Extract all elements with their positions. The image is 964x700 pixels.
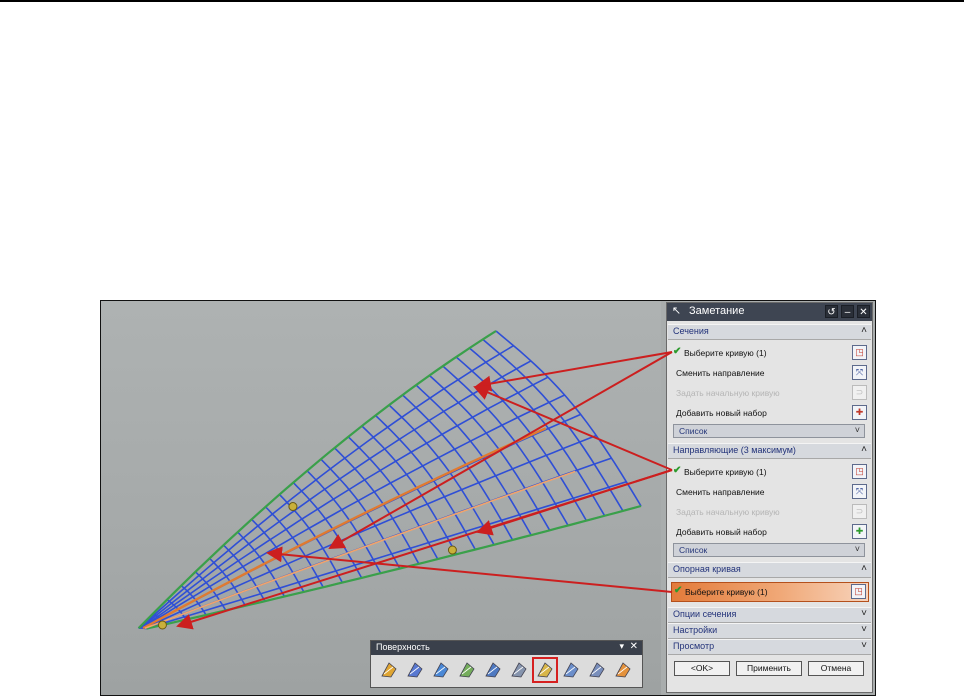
mesh-line-along xyxy=(141,394,565,629)
checkmark-icon: ✔ xyxy=(673,465,682,476)
sections-reverse-direction-row[interactable]: Сменить направление ⤧ xyxy=(671,364,869,382)
add-set-icon[interactable]: ✚ xyxy=(852,405,867,420)
close-icon[interactable]: ✕ xyxy=(857,305,870,318)
checkmark-icon: ✔ xyxy=(673,346,682,357)
dialog-title: Заметание xyxy=(689,305,745,317)
guides-select-curve-row[interactable]: ✔ Выберите кривую (1) ◳ xyxy=(671,463,869,481)
swept-dialog: ↖ Заметание ↺ – ✕ Сечения ˄ ✔ Выберите к… xyxy=(666,302,873,693)
guides-list-dropdown[interactable]: Список ˅ xyxy=(673,543,865,557)
guides-add-set-row[interactable]: Добавить новый набор ✚ xyxy=(671,523,869,541)
toolbar-title-bar: Поверхность ▾ ✕ xyxy=(371,641,642,655)
ok-button[interactable]: <OK> xyxy=(674,661,730,676)
curve-marker xyxy=(288,502,298,512)
toolbar-close-icon[interactable]: ✕ xyxy=(630,641,638,652)
select-curve-icon[interactable]: ◳ xyxy=(852,345,867,360)
reset-icon[interactable]: ↺ xyxy=(825,305,838,318)
chevron-down-icon: ˅ xyxy=(854,425,860,435)
spine-select-curve-row[interactable]: ✔ Выберите кривую (1) ◳ xyxy=(671,582,869,602)
select-curve-icon[interactable]: ◳ xyxy=(852,464,867,479)
chevron-down-icon: ˅ xyxy=(861,608,867,619)
curve-marker xyxy=(157,620,167,630)
checkmark-icon: ✔ xyxy=(674,585,683,596)
section-head-guides[interactable]: Направляющие (3 максимум) ˄ xyxy=(668,443,871,459)
top-rule xyxy=(0,0,964,2)
guides-reverse-direction-row[interactable]: Сменить направление ⤧ xyxy=(671,483,869,501)
guide-curve-light xyxy=(144,470,576,630)
surface-mesh xyxy=(138,330,642,630)
apply-button[interactable]: Применить xyxy=(736,661,802,676)
sections-select-curve-row[interactable]: ✔ Выберите кривую (1) ◳ xyxy=(671,344,869,362)
n-sided-icon[interactable] xyxy=(483,660,503,680)
bounded-plane-icon[interactable] xyxy=(613,660,633,680)
graphics-viewport[interactable] xyxy=(101,301,661,695)
section-head-preview[interactable]: Просмотр ˅ xyxy=(668,639,871,655)
chevron-up-icon: ˄ xyxy=(861,325,867,336)
dialog-pin-icon[interactable]: ↖ xyxy=(670,305,683,318)
minimize-icon[interactable]: – xyxy=(841,305,854,318)
chevron-down-icon: ˅ xyxy=(854,544,860,554)
section-head-options[interactable]: Опции сечения ˅ xyxy=(668,607,871,623)
swept-surface-model xyxy=(137,330,642,630)
sections-origin-curve-row: Задать начальную кривую ⊃ xyxy=(671,384,869,402)
chevron-up-icon: ˄ xyxy=(861,444,867,455)
surface-toolbar: Поверхность ▾ ✕ xyxy=(370,640,643,688)
toolbar-menu-icon[interactable]: ▾ xyxy=(619,641,624,652)
reverse-direction-icon[interactable]: ⤧ xyxy=(852,484,867,499)
select-curve-icon[interactable]: ◳ xyxy=(851,584,866,599)
through-mesh-icon[interactable] xyxy=(431,660,451,680)
curve-marker xyxy=(447,545,457,555)
sections-list-dropdown[interactable]: Список ˅ xyxy=(673,424,865,438)
guide-curve xyxy=(142,427,576,630)
extrude-surface-icon[interactable] xyxy=(379,660,399,680)
variational-sweep-icon[interactable] xyxy=(561,660,581,680)
ruled-icon[interactable] xyxy=(587,660,607,680)
sections-add-set-row[interactable]: Добавить новый набор ✚ xyxy=(671,404,869,422)
section-head-sections[interactable]: Сечения ˄ xyxy=(668,324,871,340)
swept-section-icon[interactable] xyxy=(457,660,477,680)
origin-curve-icon: ⊃ xyxy=(852,504,867,519)
add-set-icon[interactable]: ✚ xyxy=(852,524,867,539)
section-head-settings[interactable]: Настройки ˅ xyxy=(668,623,871,639)
dialog-title-bar: ↖ Заметание ↺ – ✕ xyxy=(667,303,872,321)
guides-origin-curve-row: Задать начальную кривую ⊃ xyxy=(671,503,869,521)
section-head-spine[interactable]: Опорная кривая ˄ xyxy=(668,562,871,578)
cancel-button[interactable]: Отмена xyxy=(808,661,864,676)
chevron-up-icon: ˄ xyxy=(861,563,867,574)
reverse-direction-icon[interactable]: ⤧ xyxy=(852,365,867,380)
through-curves-icon[interactable] xyxy=(405,660,425,680)
origin-curve-icon: ⊃ xyxy=(852,385,867,400)
swept-icon[interactable] xyxy=(532,657,558,683)
law-extension-icon[interactable] xyxy=(509,660,529,680)
chevron-down-icon: ˅ xyxy=(861,640,867,651)
chevron-down-icon: ˅ xyxy=(861,624,867,635)
